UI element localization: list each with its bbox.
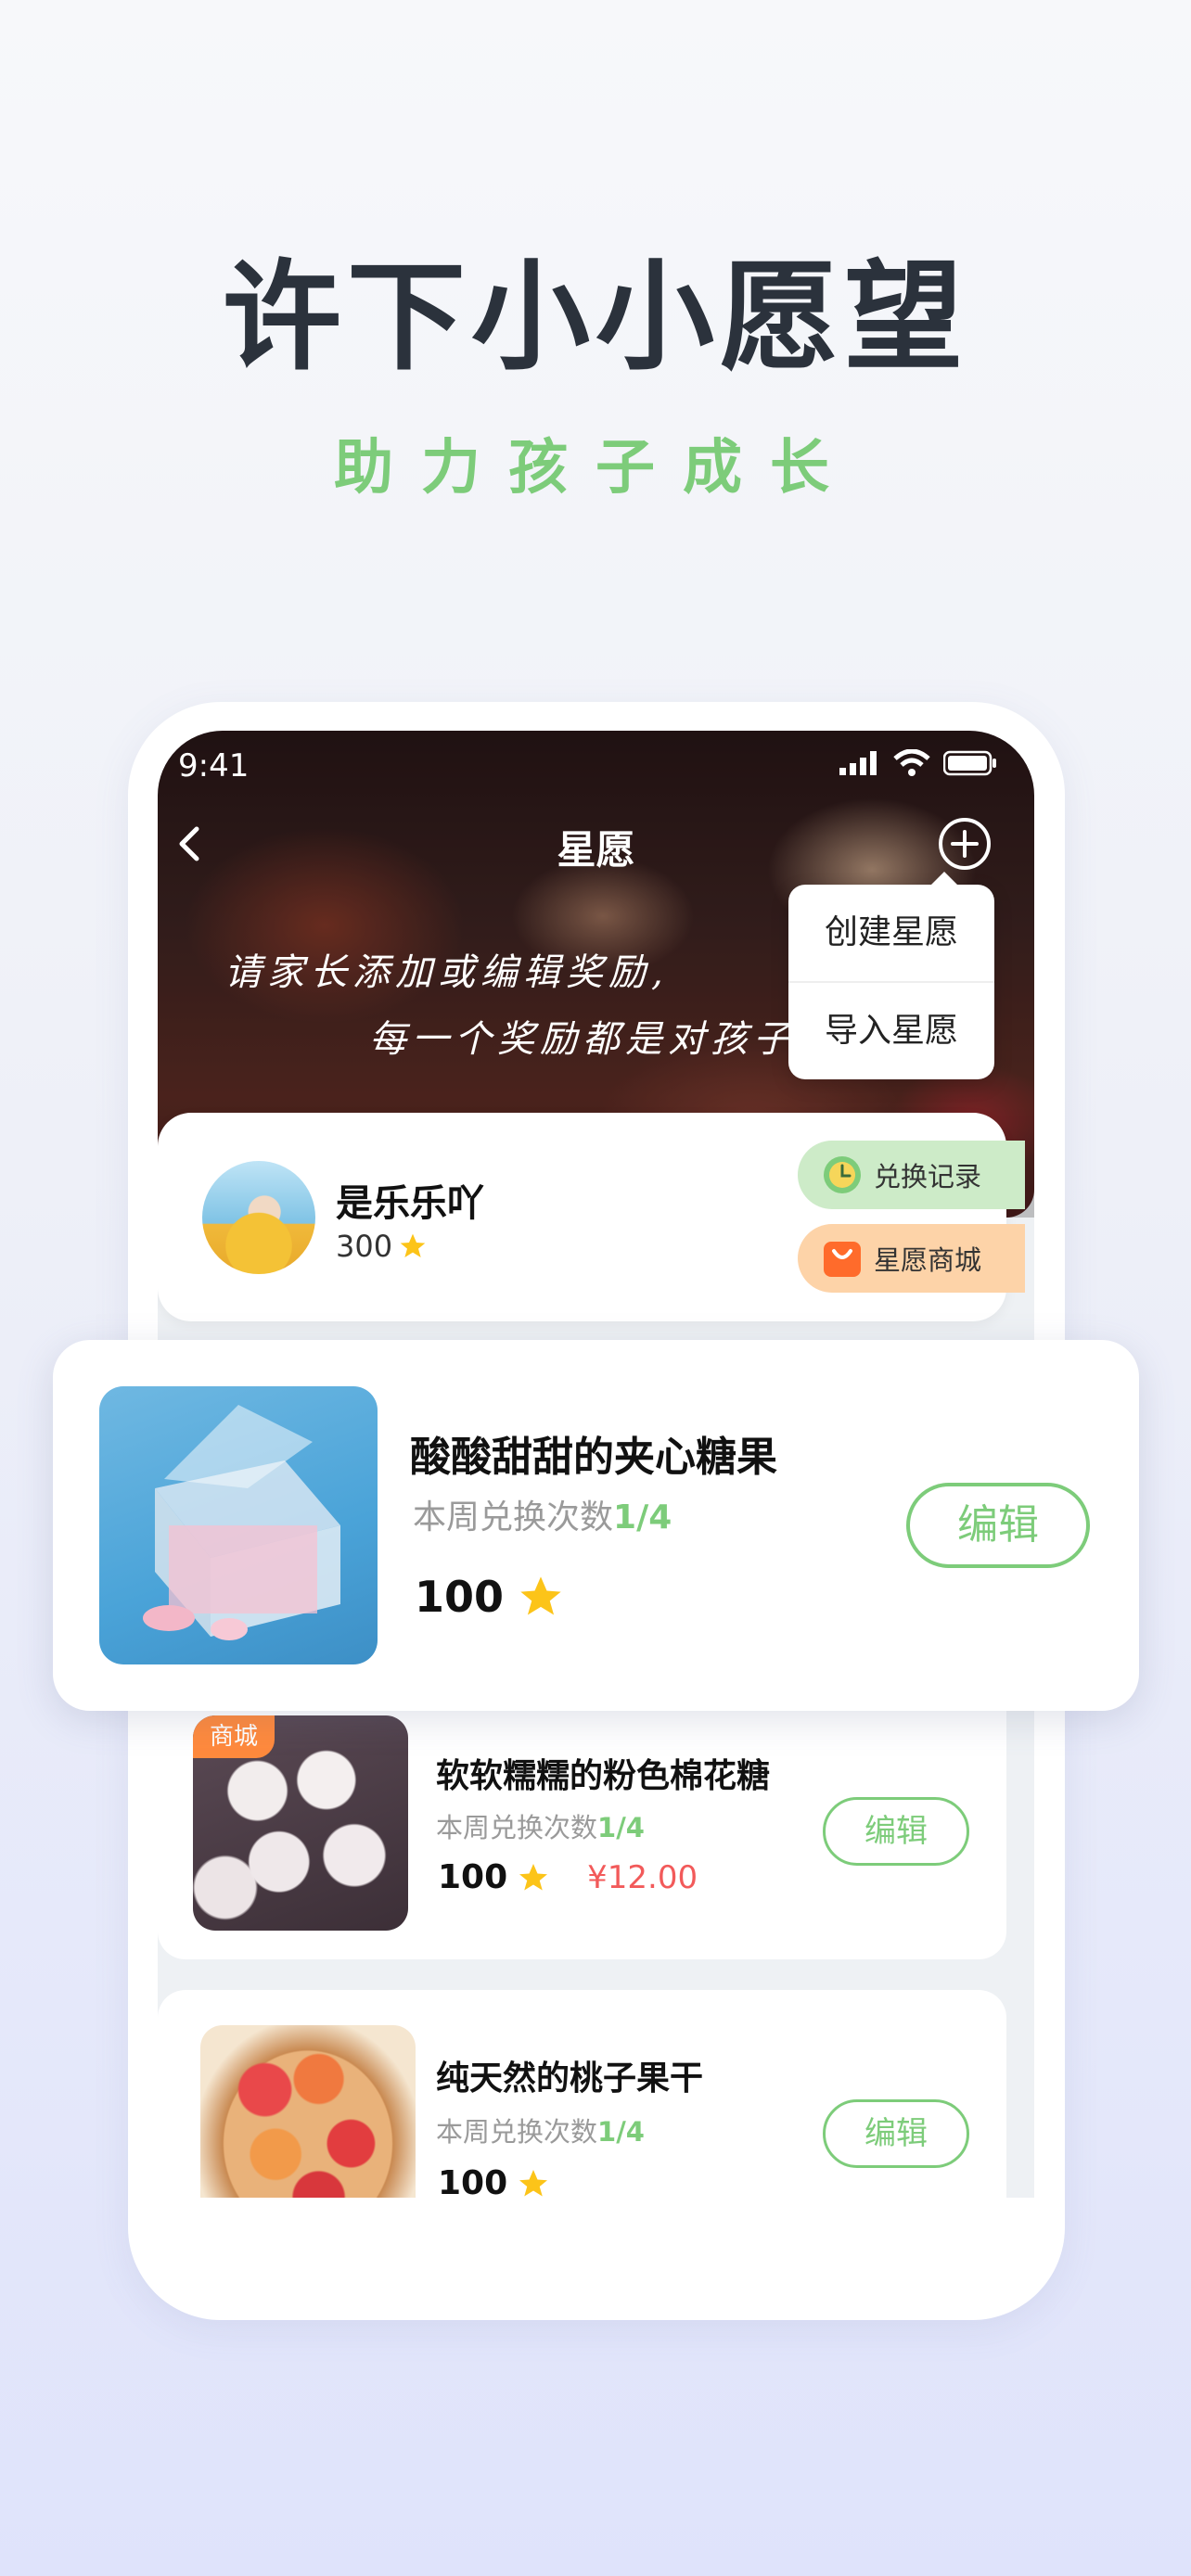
star-icon: [519, 1863, 548, 1890]
avatar[interactable]: [202, 1161, 315, 1274]
reward-price: 100 ¥12.00: [438, 1858, 698, 1896]
wifi-icon: [893, 749, 930, 776]
add-icon[interactable]: [937, 816, 992, 872]
featured-star-cost: 100: [415, 1572, 505, 1622]
wish-shop-button[interactable]: 星愿商城: [798, 1224, 1025, 1293]
reward-weekly-count: 本周兑换次数1/4: [436, 1812, 645, 1843]
reward-star-cost: 100: [438, 1858, 508, 1896]
shopping-bag-icon: [824, 1242, 861, 1277]
user-stars-value: 300: [336, 1229, 393, 1264]
reward-title: 纯天然的桃子果干: [436, 2060, 704, 2098]
reward-image-candy-box: [99, 1386, 378, 1664]
reward-image-peach: [200, 2025, 416, 2198]
reward-money-price: ¥12.00: [587, 1858, 698, 1896]
candy-box-illustration: [143, 1405, 340, 1640]
subline: 助力孩子成长: [334, 434, 857, 503]
add-menu: 创建星愿 导入星愿: [788, 872, 994, 1079]
featured-weekly-count: 本周兑换次数1/4: [413, 1498, 672, 1537]
redeem-history-button[interactable]: 兑换记录: [798, 1141, 1025, 1209]
battery-icon: [943, 750, 996, 776]
featured-edit-button[interactable]: 编辑: [906, 1483, 1090, 1568]
menu-item-import[interactable]: 导入星愿: [788, 981, 994, 1078]
edit-button[interactable]: 编辑: [823, 2099, 969, 2168]
reward-weekly-count: 本周兑换次数1/4: [436, 2116, 645, 2148]
menu-item-create[interactable]: 创建星愿: [788, 885, 994, 981]
user-stars: 300: [336, 1229, 428, 1264]
star-icon: [520, 1576, 561, 1615]
clock-icon: [824, 1156, 861, 1193]
featured-title: 酸酸甜甜的夹心糖果: [410, 1434, 777, 1481]
shop-tag: 商城: [193, 1715, 275, 1758]
hero-text-line1: 请家长添加或编辑奖励,: [224, 951, 669, 994]
user-name: 是乐乐吖: [336, 1182, 484, 1225]
reward-title: 软软糯糯的粉色棉花糖: [436, 1757, 771, 1795]
featured-reward-card[interactable]: 酸酸甜甜的夹心糖果 本周兑换次数1/4 100 编辑: [53, 1340, 1139, 1711]
reward-star-cost: 100: [438, 2164, 508, 2198]
hero-text-line2: 每一个奖励都是对孩子: [369, 1018, 796, 1061]
reward-item[interactable]: 纯天然的桃子果干 本周兑换次数1/4 100 编辑: [158, 1990, 1006, 2198]
signal-icon: [839, 751, 877, 775]
redeem-history-label: 兑换记录: [874, 1161, 982, 1192]
star-icon: [519, 2169, 548, 2196]
edit-button[interactable]: 编辑: [823, 1797, 969, 1866]
reward-price: 100: [438, 2164, 550, 2198]
profile-card: 是乐乐吖 300 兑换记录 星愿商城: [158, 1113, 1025, 1321]
wish-shop-label: 星愿商城: [874, 1244, 982, 1276]
status-icons: [839, 749, 997, 777]
status-time: 9:41: [178, 747, 250, 784]
featured-price: 100: [415, 1572, 565, 1622]
page-title: 星愿: [557, 827, 635, 873]
reward-item[interactable]: 商城 软软糯糯的粉色棉花糖 本周兑换次数1/4 100 ¥12.00 编辑: [158, 1677, 1006, 1959]
reward-image-marshmallow: 商城: [193, 1715, 408, 1931]
star-icon: [400, 1233, 426, 1257]
headline: 许下小小愿望: [222, 249, 968, 387]
